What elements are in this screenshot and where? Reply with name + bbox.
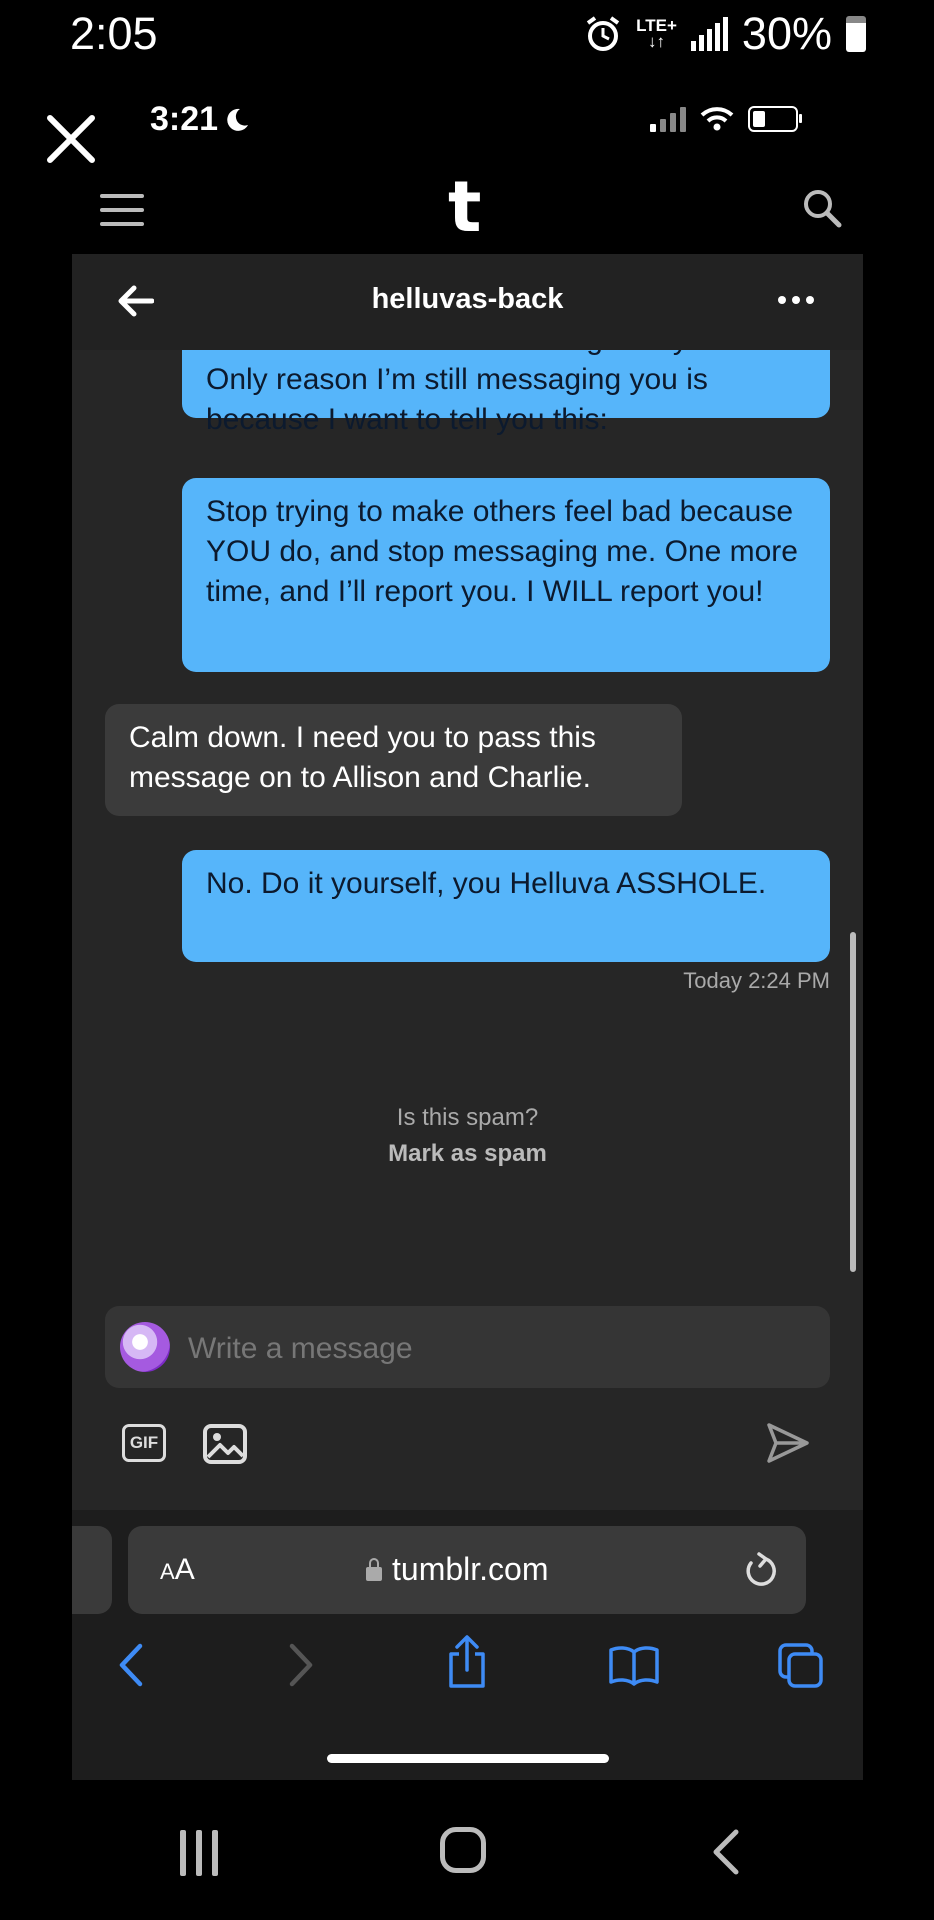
menu-icon[interactable] [100, 194, 144, 236]
image-icon[interactable] [203, 1424, 247, 1464]
url-display[interactable]: tumblr.com [366, 1551, 548, 1588]
battery-percent: 30% [741, 8, 832, 59]
ios-status-time: 3:21 [150, 100, 250, 139]
message-bubble-outgoing[interactable]: No. Do it yourself, you Helluva ASSHOLE. [182, 850, 830, 962]
message-input[interactable] [186, 1326, 790, 1372]
wifi-icon [700, 107, 734, 131]
message-bubble-outgoing[interactable]: Stop trying to make others feel bad beca… [182, 478, 830, 672]
battery-icon [846, 16, 866, 52]
lock-icon [366, 1557, 382, 1581]
scrollbar[interactable] [850, 932, 856, 1272]
spam-question: Is this spam? [396, 1104, 539, 1131]
message-timestamp: Today 2:24 PM [683, 968, 830, 993]
home-indicator[interactable] [327, 1754, 609, 1763]
browser-back-icon[interactable] [116, 1642, 146, 1688]
home-icon[interactable] [440, 1827, 486, 1873]
cell-signal-icon [690, 17, 728, 51]
conversation-title: helluvas-back [371, 283, 564, 315]
ios-signal-icon [650, 106, 686, 132]
alarm-icon [586, 16, 620, 51]
gif-button[interactable]: GIF [122, 1424, 166, 1462]
ios-battery-icon [748, 106, 802, 132]
system-back-icon[interactable] [708, 1828, 744, 1876]
bookmarks-icon[interactable] [608, 1644, 660, 1686]
url-text: tumblr.com [392, 1551, 549, 1587]
more-options-icon[interactable] [778, 296, 814, 304]
send-icon[interactable] [766, 1422, 810, 1464]
reload-icon[interactable] [744, 1551, 778, 1589]
moon-icon [227, 108, 249, 131]
message-bubble-incoming[interactable]: Calm down. I need you to pass this messa… [105, 704, 682, 816]
ios-status-icons [650, 106, 802, 132]
tumblr-logo[interactable]: t [448, 172, 481, 242]
share-icon[interactable] [445, 1634, 489, 1690]
close-icon[interactable] [44, 112, 98, 166]
network-type-label: LTE+ ↓↑ [636, 16, 677, 51]
message-bubble-outgoing[interactable]: damn well that I’m not dealing with your… [182, 350, 830, 436]
search-icon[interactable] [802, 188, 842, 228]
tabs-icon[interactable] [776, 1642, 826, 1690]
os-status-time: 2:05 [70, 8, 158, 59]
previous-tab-stub[interactable] [72, 1526, 112, 1614]
recent-apps-icon[interactable] [180, 1830, 218, 1876]
text-size-button[interactable]: AA [160, 1553, 195, 1587]
avatar[interactable] [120, 1322, 170, 1372]
browser-forward-icon[interactable] [286, 1642, 316, 1688]
os-status-icons: LTE+ ↓↑ 30% [584, 8, 866, 60]
mark-as-spam-link[interactable]: Mark as spam [72, 1140, 863, 1168]
